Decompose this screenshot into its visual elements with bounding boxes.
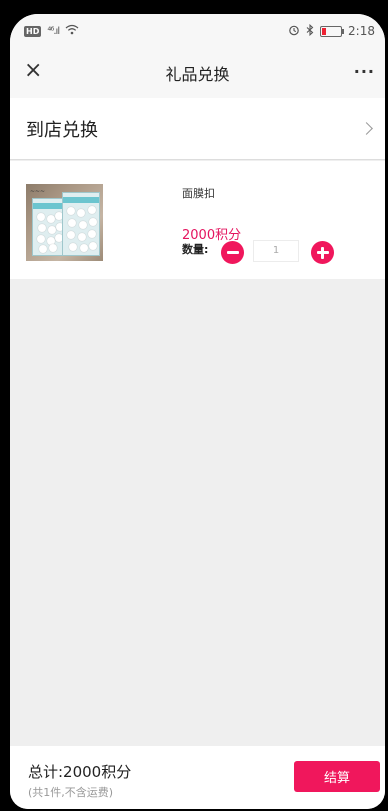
decrease-quantity-button[interactable] xyxy=(221,241,244,264)
quantity-label: 数量: xyxy=(182,243,209,256)
signal-icon: ⁴⁶.ıl xyxy=(47,25,60,37)
checkout-button[interactable]: 结算 xyxy=(294,761,380,792)
bluetooth-icon xyxy=(306,23,314,39)
shipping-note: (共1件,不含运费) xyxy=(28,786,114,799)
wifi-icon xyxy=(65,24,79,38)
checkout-footer: 总计:2000积分 (共1件,不含运费) 结算 xyxy=(10,746,385,809)
store-exchange-row[interactable]: 到店兑换 xyxy=(10,98,385,160)
page-title: 礼品兑换 xyxy=(165,65,230,84)
hd-icon: HD xyxy=(24,25,42,37)
increase-quantity-button[interactable] xyxy=(311,241,334,264)
chevron-right-icon xyxy=(360,122,373,135)
phone-screen: HD ⁴⁶.ıl 2:18 × 礼品兑换 ··· 到店兑换 ~~~ 面膜扣 20… xyxy=(10,14,385,809)
clock: 2:18 xyxy=(348,24,375,38)
product-image: ~~~ xyxy=(26,184,103,261)
alarm-icon xyxy=(288,24,300,39)
store-exchange-label: 到店兑换 xyxy=(26,119,98,141)
total-points: 总计:2000积分 xyxy=(28,763,132,781)
close-icon[interactable]: × xyxy=(24,60,42,82)
more-icon[interactable]: ··· xyxy=(354,62,375,81)
minus-icon xyxy=(226,251,239,254)
nav-bar: × 礼品兑换 ··· xyxy=(10,48,385,98)
product-name: 面膜扣 xyxy=(182,187,215,200)
status-bar: HD ⁴⁶.ıl 2:18 xyxy=(10,14,385,48)
quantity-input[interactable]: 1 xyxy=(253,240,299,262)
product-item: ~~~ 面膜扣 2000积分 数量: 1 xyxy=(10,161,385,279)
battery-icon xyxy=(320,25,345,37)
